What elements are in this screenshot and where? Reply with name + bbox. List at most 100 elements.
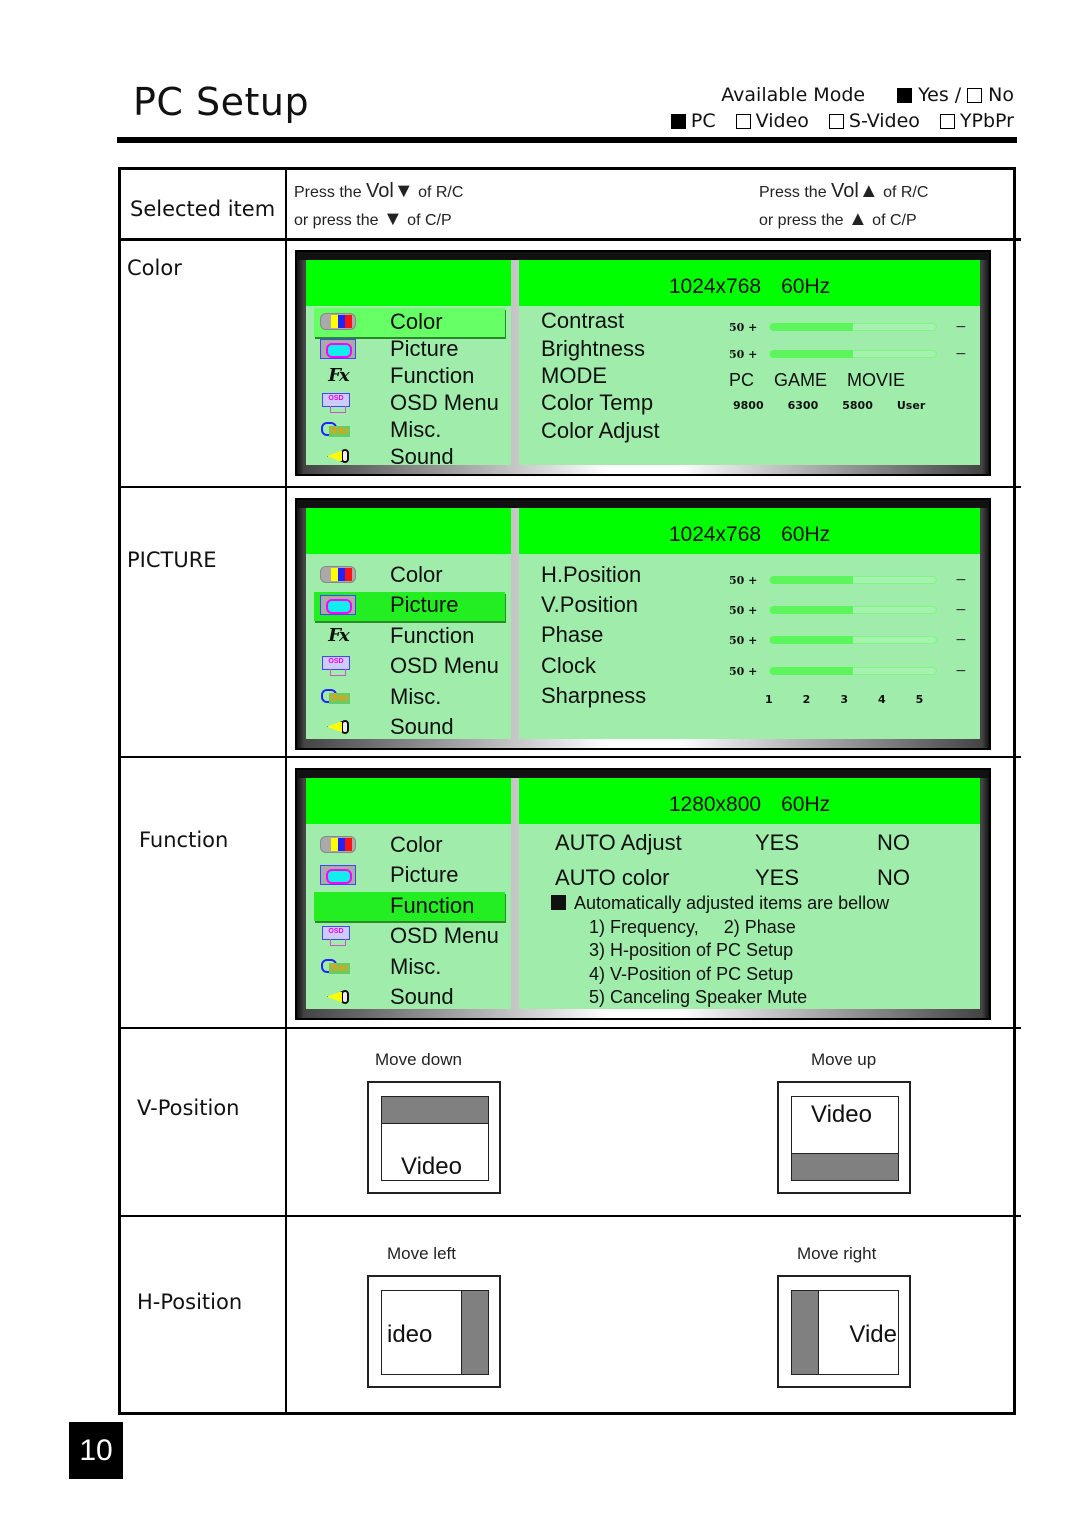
osd-menu-item-misc[interactable]: Misc. [306, 416, 511, 443]
slider-track[interactable] [769, 667, 937, 675]
color-temp-6300[interactable]: 6300 [788, 399, 819, 412]
osd-menu-item-function[interactable]: Function [306, 892, 511, 921]
osd-screen-function: Color Picture Function OSD Menu Misc. Sound 1… [295, 768, 991, 1020]
auto-adjust-no[interactable]: NO [877, 830, 910, 856]
osd-menu-panel: Color Picture Function OSD Menu Misc. Sound [306, 778, 511, 1009]
osd-menu-item-picture[interactable]: Picture [306, 862, 511, 889]
color-temp-user[interactable]: User [897, 399, 925, 412]
instruction-text: or press the [294, 212, 383, 229]
picture-icon [320, 864, 356, 886]
osd-menu-item-function[interactable]: Fx Function [306, 362, 511, 389]
picture-icon [320, 594, 356, 616]
osd-menu-header [306, 778, 511, 824]
osd-menu-item-sound[interactable]: Sound [306, 443, 511, 470]
up-instruction: Press the Vol▲ of R/C or press the ▲ of … [759, 178, 928, 234]
mode-option-game[interactable]: GAME [774, 370, 827, 391]
v-position-slider[interactable]: 50 + − [729, 602, 967, 618]
down-instruction: Press the Vol▼ of R/C or press the ▼ of … [294, 178, 463, 234]
clock-slider[interactable]: 50 + − [729, 663, 967, 679]
move-down-caption: Move down [375, 1050, 462, 1069]
contrast-slider[interactable]: 50 + − [729, 319, 967, 335]
osd-menu-item-color[interactable]: Color [306, 831, 511, 858]
menu-item-label: Picture [390, 592, 459, 617]
osd-menu-item-sound[interactable]: Sound [306, 714, 511, 741]
menu-item-label: OSD Menu [390, 389, 499, 415]
move-up-diagram: Video [777, 1081, 911, 1194]
osd-menu: Color Picture Fx Function OSD Menu Misc. Sound [306, 561, 511, 744]
slider-minus: − [955, 602, 967, 618]
slider-fill [770, 636, 853, 644]
menu-item-label: Sound [390, 714, 454, 739]
video-label: Video [811, 1101, 872, 1128]
speaker-icon [320, 986, 356, 1008]
auto-color-no[interactable]: NO [877, 865, 910, 891]
mode-options: PC GAME MOVIE [729, 370, 905, 391]
instruction-text: of R/C [878, 184, 929, 201]
video-label: ideo [387, 1321, 433, 1348]
row-label-picture: PICTURE [127, 548, 217, 572]
osd-menu-item-sound[interactable]: Sound [306, 984, 511, 1011]
menu-item-label: Picture [390, 862, 459, 887]
slider-track[interactable] [769, 606, 937, 614]
param-color-adjust: Color Adjust [541, 418, 660, 443]
mode-pc: PC [670, 108, 716, 134]
osd-menu-item-function[interactable]: Fx Function [306, 622, 511, 649]
phase-slider[interactable]: 50 + − [729, 632, 967, 648]
osd-resolution-header: 1024x768 60Hz [519, 260, 980, 306]
row-label-h-position: H-Position [137, 1290, 243, 1314]
osd-monitor-icon [320, 925, 356, 947]
osd-menu-item-color[interactable]: Color [306, 308, 511, 337]
sharpness-2[interactable]: 2 [803, 693, 811, 706]
slider-track[interactable] [769, 323, 937, 331]
row-divider [121, 486, 1021, 488]
speaker-icon [320, 716, 356, 738]
sharpness-3[interactable]: 3 [840, 693, 848, 706]
instruction-text: Press the [294, 184, 367, 201]
osd-menu-item-color[interactable]: Color [306, 561, 511, 588]
osd-menu-item-misc[interactable]: Misc. [306, 683, 511, 710]
resolution: 1280x800 [668, 793, 762, 816]
mode-option-movie[interactable]: MOVIE [847, 370, 905, 391]
setup-table: Selected item Press the Vol▼ of R/C or p… [118, 167, 1021, 1415]
osd-menu-item-osd-menu[interactable]: OSD Menu [306, 653, 511, 680]
mode-option-pc[interactable]: PC [729, 370, 754, 391]
page-number: 10 [69, 1422, 123, 1479]
instruction-text: of R/C [413, 184, 464, 201]
osd-screen-picture: Color Picture Fx Function OSD Menu Misc. Sound… [295, 498, 991, 750]
osd-menu-item-picture[interactable]: Picture [306, 591, 511, 621]
slider-minus: − [955, 346, 967, 362]
misc-icon [320, 419, 356, 441]
osd-menu-item-osd-menu[interactable]: OSD Menu [306, 389, 511, 416]
param-color-temp: Color Temp [541, 390, 654, 415]
sharpness-options: 1 2 3 4 5 [765, 693, 923, 706]
auto-adjust-yes[interactable]: YES [755, 830, 877, 856]
refresh-rate: 60Hz [781, 275, 831, 298]
color-bars-icon [320, 834, 356, 856]
picture-icon [320, 338, 356, 360]
screen-frame: Vide [791, 1290, 899, 1375]
sharpness-1[interactable]: 1 [765, 693, 773, 706]
param-phase: Phase [541, 622, 604, 647]
row-label-v-position: V-Position [137, 1096, 240, 1120]
slider-track[interactable] [769, 350, 937, 358]
osd-menu-item-picture[interactable]: Picture [306, 335, 511, 362]
auto-color-row: AUTO color YES NO [555, 865, 910, 891]
osd-menu-item-osd-menu[interactable]: OSD Menu [306, 923, 511, 950]
osd-monitor-icon [320, 392, 356, 414]
menu-item-label: Color [390, 561, 443, 587]
h-position-slider[interactable]: 50 + − [729, 572, 967, 588]
color-temp-9800[interactable]: 9800 [733, 399, 764, 412]
sharpness-5[interactable]: 5 [916, 693, 924, 706]
slider-track[interactable] [769, 576, 937, 584]
brightness-slider[interactable]: 50 + − [729, 346, 967, 362]
color-temp-5800[interactable]: 5800 [842, 399, 873, 412]
slider-track[interactable] [769, 636, 937, 644]
osd-settings-panel: 1024x768 60Hz H.Position 50 + − V.Positio… [519, 508, 980, 739]
empty-square-icon [735, 113, 751, 129]
auto-color-yes[interactable]: YES [755, 865, 877, 891]
mode-video: Video [735, 108, 809, 134]
slider-fill [770, 323, 853, 331]
sharpness-4[interactable]: 4 [878, 693, 886, 706]
menu-item-label: Sound [390, 443, 454, 469]
osd-menu-item-misc[interactable]: Misc. [306, 953, 511, 980]
